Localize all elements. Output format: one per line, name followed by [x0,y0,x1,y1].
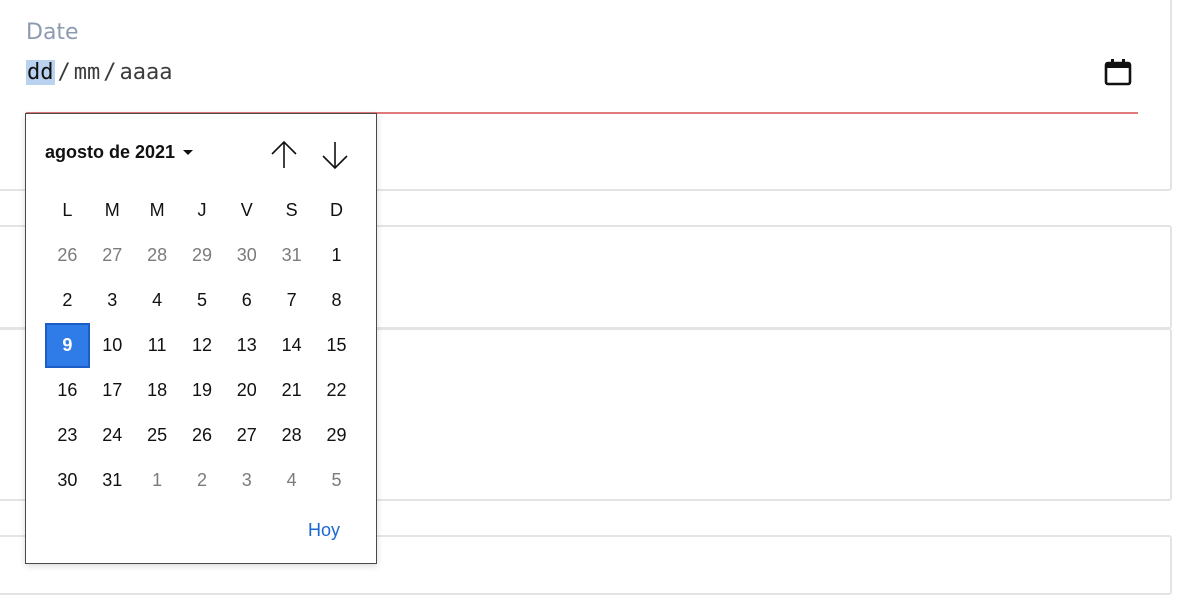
day-cell[interactable]: 29 [180,233,225,278]
day-cell[interactable]: 14 [269,323,314,368]
day-cell[interactable]: 30 [224,233,269,278]
day-cell[interactable]: 26 [180,413,225,458]
day-cell[interactable]: 3 [90,278,135,323]
day-cell[interactable]: 27 [224,413,269,458]
day-cell[interactable]: 13 [224,323,269,368]
day-cell[interactable]: 23 [45,413,90,458]
day-cell[interactable]: 1 [135,458,180,503]
day-cell[interactable]: 10 [90,323,135,368]
day-cell[interactable]: 5 [314,458,359,503]
arrow-up-icon [271,140,297,168]
weekday-header: V [240,200,253,220]
day-cell[interactable]: 21 [269,368,314,413]
day-cell[interactable]: 17 [90,368,135,413]
weekday-header: J [197,200,207,220]
day-cell[interactable]: 16 [45,368,90,413]
day-cell[interactable]: 4 [269,458,314,503]
day-cell[interactable]: 15 [314,323,359,368]
day-cell[interactable]: 18 [135,368,180,413]
date-separator: / [57,59,71,85]
day-cell[interactable]: 28 [135,233,180,278]
day-cell[interactable]: 1 [314,233,359,278]
day-cell[interactable]: 2 [45,278,90,323]
day-cell[interactable]: 4 [135,278,180,323]
today-button[interactable]: Hoy [308,520,340,541]
weekday-header: D [329,200,343,220]
day-cell[interactable]: 19 [180,368,225,413]
weekday-header: S [285,200,298,220]
prev-month-button[interactable] [269,138,299,172]
day-cell[interactable]: 8 [314,278,359,323]
day-cell[interactable]: 24 [90,413,135,458]
day-cell[interactable]: 31 [90,458,135,503]
next-month-button[interactable] [320,138,350,172]
date-month-segment[interactable]: mm [74,60,101,85]
day-cell[interactable]: 29 [314,413,359,458]
day-cell[interactable]: 11 [135,323,180,368]
calendar-grid: L M M J V S D 26 27 28 29 30 31 1 2 3 4 5 6 7 8 9 10 11 1… [45,197,359,503]
date-input[interactable]: dd / mm / aaaa [26,56,1138,88]
date-year-segment[interactable]: aaaa [120,60,173,85]
day-cell[interactable]: 25 [135,413,180,458]
date-day-segment[interactable]: dd [26,59,55,85]
day-cell[interactable]: 28 [269,413,314,458]
day-cell-selected[interactable]: 9 [45,323,90,368]
day-cell[interactable]: 20 [224,368,269,413]
day-cell[interactable]: 7 [269,278,314,323]
day-cell[interactable]: 22 [314,368,359,413]
date-label: Date [26,20,79,45]
day-cell[interactable]: 27 [90,233,135,278]
day-cell[interactable]: 3 [224,458,269,503]
calendar-icon[interactable] [1103,57,1133,87]
date-separator: / [103,59,117,85]
day-cell[interactable]: 26 [45,233,90,278]
day-cell[interactable]: 5 [180,278,225,323]
caret-down-icon [183,150,194,155]
day-cell[interactable]: 31 [269,233,314,278]
day-cell[interactable]: 30 [45,458,90,503]
arrow-down-icon [322,142,348,170]
weekday-header: M [149,200,165,220]
day-cell[interactable]: 6 [224,278,269,323]
weekday-header: M [104,200,120,220]
day-cell[interactable]: 2 [180,458,225,503]
day-cell[interactable]: 12 [180,323,225,368]
month-year-label: agosto de 2021 [45,142,176,162]
month-year-selector[interactable]: agosto de 2021 [45,142,194,163]
date-picker-popup: agosto de 2021 L M M J V S D 26 27 28 29 30 3… [25,113,377,564]
weekday-header: L [62,200,73,220]
